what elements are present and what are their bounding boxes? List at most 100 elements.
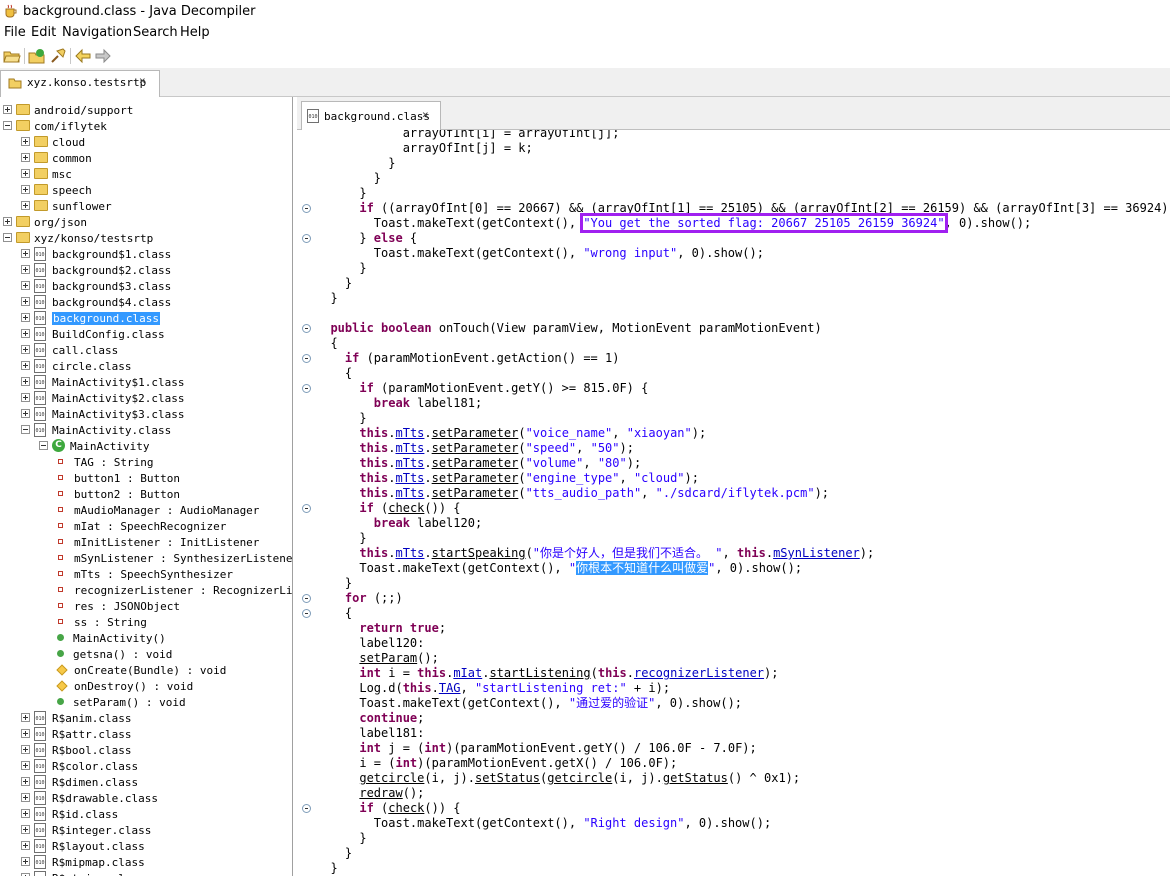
expand-icon[interactable] xyxy=(21,857,30,866)
expand-icon[interactable] xyxy=(21,361,30,370)
fold-toggle-icon[interactable] xyxy=(302,594,311,603)
tab-project[interactable]: xyz.konso.testsrtp × xyxy=(0,70,160,97)
code-token: startSpeaking xyxy=(431,546,526,560)
code-token: Toast.makeText(getContext(), xyxy=(316,816,584,830)
code-token: , xyxy=(612,426,627,440)
field-icon xyxy=(58,475,63,480)
expand-icon[interactable] xyxy=(21,265,30,274)
code-line: for (;;) xyxy=(316,591,403,606)
expand-icon[interactable] xyxy=(21,809,30,818)
fold-toggle-icon[interactable] xyxy=(302,354,311,363)
close-icon[interactable]: × xyxy=(139,74,146,87)
menu-edit[interactable]: Edit xyxy=(31,25,56,40)
menu-help[interactable]: Help xyxy=(180,25,210,40)
expand-icon[interactable] xyxy=(21,137,30,146)
expand-icon[interactable] xyxy=(3,105,12,114)
menu-file[interactable]: File xyxy=(4,25,26,40)
code-token: "xiaoyan" xyxy=(626,426,692,440)
collapse-icon[interactable] xyxy=(21,425,30,434)
fold-toggle-icon[interactable] xyxy=(302,609,311,618)
expand-icon[interactable] xyxy=(21,729,30,738)
code-token: getStatus xyxy=(662,771,728,785)
expand-icon[interactable] xyxy=(21,409,30,418)
open-type-icon[interactable] xyxy=(28,47,46,65)
expand-icon[interactable] xyxy=(21,825,30,834)
open-file-icon[interactable] xyxy=(3,47,21,65)
tab-background-class[interactable]: 010 background.class × xyxy=(301,101,441,130)
tree-item-label: button2 : Button xyxy=(74,488,180,501)
expand-icon[interactable] xyxy=(21,281,30,290)
expand-icon[interactable] xyxy=(21,793,30,802)
code-token: this xyxy=(736,546,766,560)
expand-icon[interactable] xyxy=(21,201,30,210)
back-arrow-icon[interactable] xyxy=(74,47,92,65)
class-file-icon: 010 xyxy=(34,839,46,853)
code-token: this xyxy=(402,681,432,695)
fold-toggle-icon[interactable] xyxy=(302,384,311,393)
expand-icon[interactable] xyxy=(21,329,30,338)
expand-icon[interactable] xyxy=(21,377,30,386)
project-tab-strip: xyz.konso.testsrtp × xyxy=(0,68,1170,97)
code-line: { xyxy=(316,366,352,381)
forward-arrow-icon[interactable] xyxy=(94,47,112,65)
tree-item-label: setParam() : void xyxy=(73,696,186,709)
expand-icon[interactable] xyxy=(21,393,30,402)
source-code-view[interactable]: arrayOfInt[i] = arrayOfInt[j]; arrayOfIn… xyxy=(316,130,1170,876)
expand-icon[interactable] xyxy=(21,841,30,850)
code-token: "Right design" xyxy=(583,816,685,830)
expand-icon[interactable] xyxy=(21,761,30,770)
code-token: "voice_name" xyxy=(525,426,613,440)
tab-editor-label: background.class xyxy=(324,110,430,123)
code-token: mTts xyxy=(395,486,425,500)
class-file-icon: 010 xyxy=(34,295,46,309)
package-tree[interactable]: android/support com/iflytek cloud common msc… xyxy=(0,97,293,876)
code-token: ( xyxy=(518,471,526,485)
tree-item-label: MainActivity() xyxy=(73,632,166,645)
fold-toggle-icon[interactable] xyxy=(302,324,311,333)
expand-icon[interactable] xyxy=(21,745,30,754)
code-token: this xyxy=(597,666,627,680)
code-token: . xyxy=(388,546,396,560)
code-line: this.mTts.setParameter("engine_type", "c… xyxy=(316,471,699,486)
fold-toggle-icon[interactable] xyxy=(302,504,311,513)
fold-toggle-icon[interactable] xyxy=(302,804,311,813)
code-token: "你是个好人，但是我们不适合。 " xyxy=(532,546,723,560)
code-line: } xyxy=(316,861,337,876)
code-token: . xyxy=(424,441,432,455)
fold-toggle-icon[interactable] xyxy=(302,204,311,213)
code-token: i = xyxy=(381,666,418,680)
code-token: break xyxy=(373,396,410,410)
menu-bar: File Edit Navigation Search Help xyxy=(0,23,1170,43)
expand-icon[interactable] xyxy=(21,185,30,194)
code-line: Log.d(this.TAG, "startListening ret:" + … xyxy=(316,681,670,696)
close-icon[interactable]: × xyxy=(422,108,429,121)
expand-icon[interactable] xyxy=(21,169,30,178)
expand-icon[interactable] xyxy=(21,153,30,162)
expand-icon[interactable] xyxy=(21,713,30,722)
code-token: )(paramMotionEvent.getY() / 106.0F - 7.0… xyxy=(446,741,757,755)
tree-item-label: sunflower xyxy=(52,200,112,213)
search-icon[interactable] xyxy=(49,47,67,65)
expand-icon[interactable] xyxy=(21,313,30,322)
menu-search[interactable]: Search xyxy=(133,25,178,40)
expand-icon[interactable] xyxy=(21,297,30,306)
expand-icon[interactable] xyxy=(3,217,12,226)
collapse-icon[interactable] xyxy=(3,233,12,242)
expand-icon[interactable] xyxy=(21,249,30,258)
expand-icon[interactable] xyxy=(21,777,30,786)
expand-icon[interactable] xyxy=(21,345,30,354)
collapse-icon[interactable] xyxy=(3,121,12,130)
menu-navigation[interactable]: Navigation xyxy=(62,25,132,40)
code-token: ; xyxy=(417,711,425,725)
code-token: } xyxy=(316,531,367,545)
fold-toggle-icon[interactable] xyxy=(302,234,311,243)
code-line: } xyxy=(316,846,352,861)
code-token: . xyxy=(388,486,396,500)
tree-item-label: getsna() : void xyxy=(73,648,173,661)
code-token: "通过爱的验证" xyxy=(568,696,656,710)
collapse-icon[interactable] xyxy=(39,441,48,450)
code-line: } xyxy=(316,411,366,426)
code-token: } xyxy=(316,291,338,305)
